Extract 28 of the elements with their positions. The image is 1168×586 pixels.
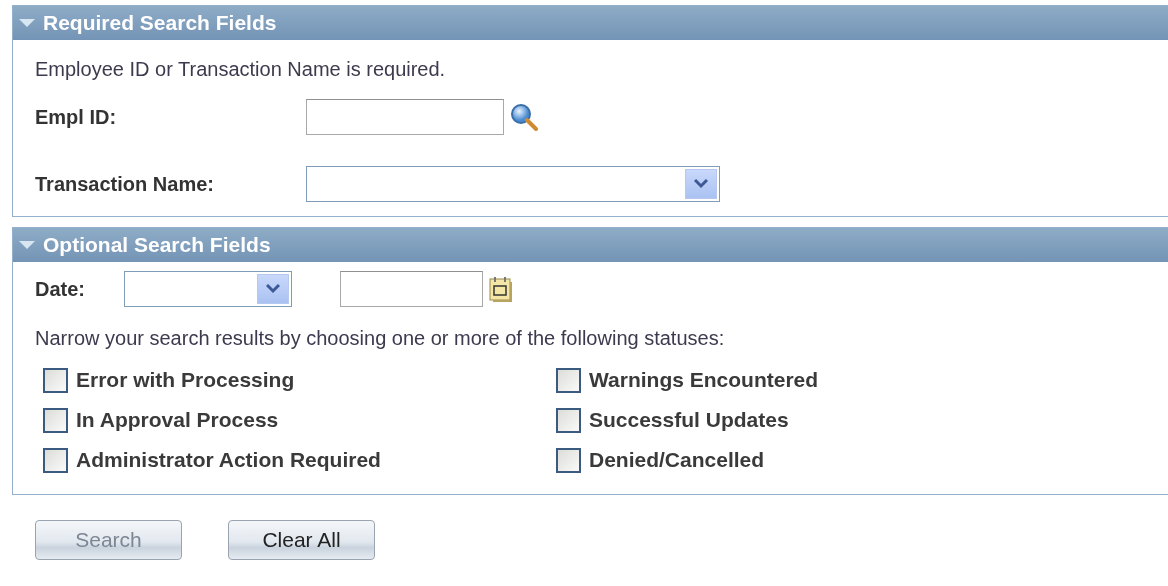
chevron-down-icon: [266, 284, 280, 294]
field-label: Transaction Name:: [35, 172, 215, 196]
search-icon[interactable]: [510, 103, 538, 131]
checkbox[interactable]: [43, 407, 68, 433]
checkbox[interactable]: [556, 447, 581, 473]
dropdown-field[interactable]: [124, 271, 292, 307]
section-header[interactable]: Required Search Fields: [13, 6, 1168, 40]
section-header[interactable]: Optional Search Fields: [13, 228, 1168, 262]
checkbox-label: In Approval Process: [76, 408, 279, 432]
input-field[interactable]: [306, 99, 504, 135]
dropdown-field[interactable]: [306, 166, 720, 202]
instruction-text: Employee ID or Transaction Name is required.: [35, 58, 447, 81]
checkbox-label: Denied/Cancelled: [589, 448, 765, 472]
action-button[interactable]: Clear All: [228, 520, 375, 560]
checkbox-label: Error with Processing: [76, 368, 295, 392]
checkbox[interactable]: [556, 367, 581, 393]
field-label: Empl ID:: [35, 105, 118, 129]
checkbox[interactable]: [556, 407, 581, 433]
chevron-down-icon: [694, 179, 708, 189]
checkbox-label: Administrator Action Required: [76, 448, 381, 472]
checkbox-label: Successful Updates: [589, 408, 789, 432]
checkbox[interactable]: [43, 447, 68, 473]
input-field[interactable]: [340, 271, 483, 307]
checkbox-label: Warnings Encountered: [589, 368, 819, 392]
instruction-text: Narrow your search results by choosing one or more of the following statuses:: [35, 327, 726, 350]
checkbox[interactable]: [43, 367, 68, 393]
calendar-icon[interactable]: [489, 276, 513, 302]
field-label: Date:: [35, 277, 86, 301]
